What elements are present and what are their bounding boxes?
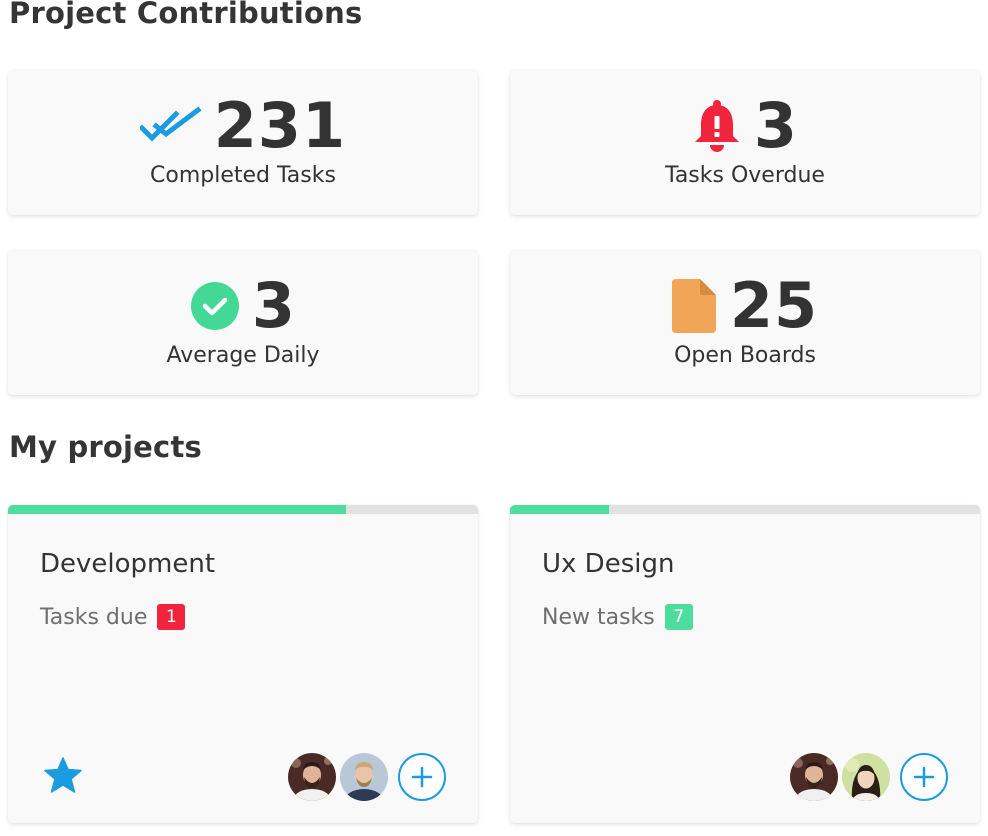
star-icon[interactable] xyxy=(44,757,82,797)
project-task-status: Tasks due 1 xyxy=(40,604,186,630)
progress-fill xyxy=(510,505,609,514)
add-member-button[interactable] xyxy=(398,753,446,801)
task-count-badge: 1 xyxy=(157,604,186,630)
stat-label: Average Daily xyxy=(166,343,320,368)
avatar[interactable] xyxy=(790,753,838,801)
project-task-status: New tasks 7 xyxy=(542,604,693,630)
progress-bar xyxy=(8,505,478,514)
stat-card-boards: 25 Open Boards xyxy=(510,250,980,395)
stat-label: Open Boards xyxy=(674,343,816,368)
plus-icon xyxy=(913,766,935,788)
task-label: New tasks xyxy=(542,604,655,630)
progress-fill xyxy=(8,505,347,514)
stat-value: 25 xyxy=(729,269,819,342)
stat-card-overdue: 3 Tasks Overdue xyxy=(510,70,980,215)
avatar[interactable] xyxy=(340,753,388,801)
stat-value: 3 xyxy=(753,89,799,162)
progress-bar xyxy=(510,505,980,514)
stat-value: 231 xyxy=(213,89,347,162)
task-label: Tasks due xyxy=(40,604,148,630)
double-check-icon xyxy=(139,106,202,146)
task-count-badge: 7 xyxy=(664,604,693,630)
project-card-ux-design[interactable]: Ux Design New tasks 7 xyxy=(510,505,980,823)
project-name: Ux Design xyxy=(542,549,675,579)
stat-card-average: 3 Average Daily xyxy=(8,250,478,395)
add-member-button[interactable] xyxy=(900,753,948,801)
dashboard-page: Project Contributions 231 Completed Task… xyxy=(0,0,988,836)
document-icon xyxy=(671,279,718,333)
member-avatars xyxy=(288,753,446,801)
check-circle-icon xyxy=(190,281,240,331)
plus-icon xyxy=(411,766,433,788)
avatar[interactable] xyxy=(288,753,336,801)
stat-value: 3 xyxy=(251,269,297,342)
section-title-projects: My projects xyxy=(9,430,202,464)
avatar[interactable] xyxy=(842,753,890,801)
stat-card-completed: 231 Completed Tasks xyxy=(8,70,478,215)
stat-label: Completed Tasks xyxy=(150,163,336,188)
member-avatars xyxy=(790,753,948,801)
section-title-contributions: Project Contributions xyxy=(9,0,363,30)
project-card-development[interactable]: Development Tasks due 1 xyxy=(8,505,478,823)
project-name: Development xyxy=(40,549,216,579)
stat-label: Tasks Overdue xyxy=(665,163,825,188)
bell-icon xyxy=(692,99,742,153)
